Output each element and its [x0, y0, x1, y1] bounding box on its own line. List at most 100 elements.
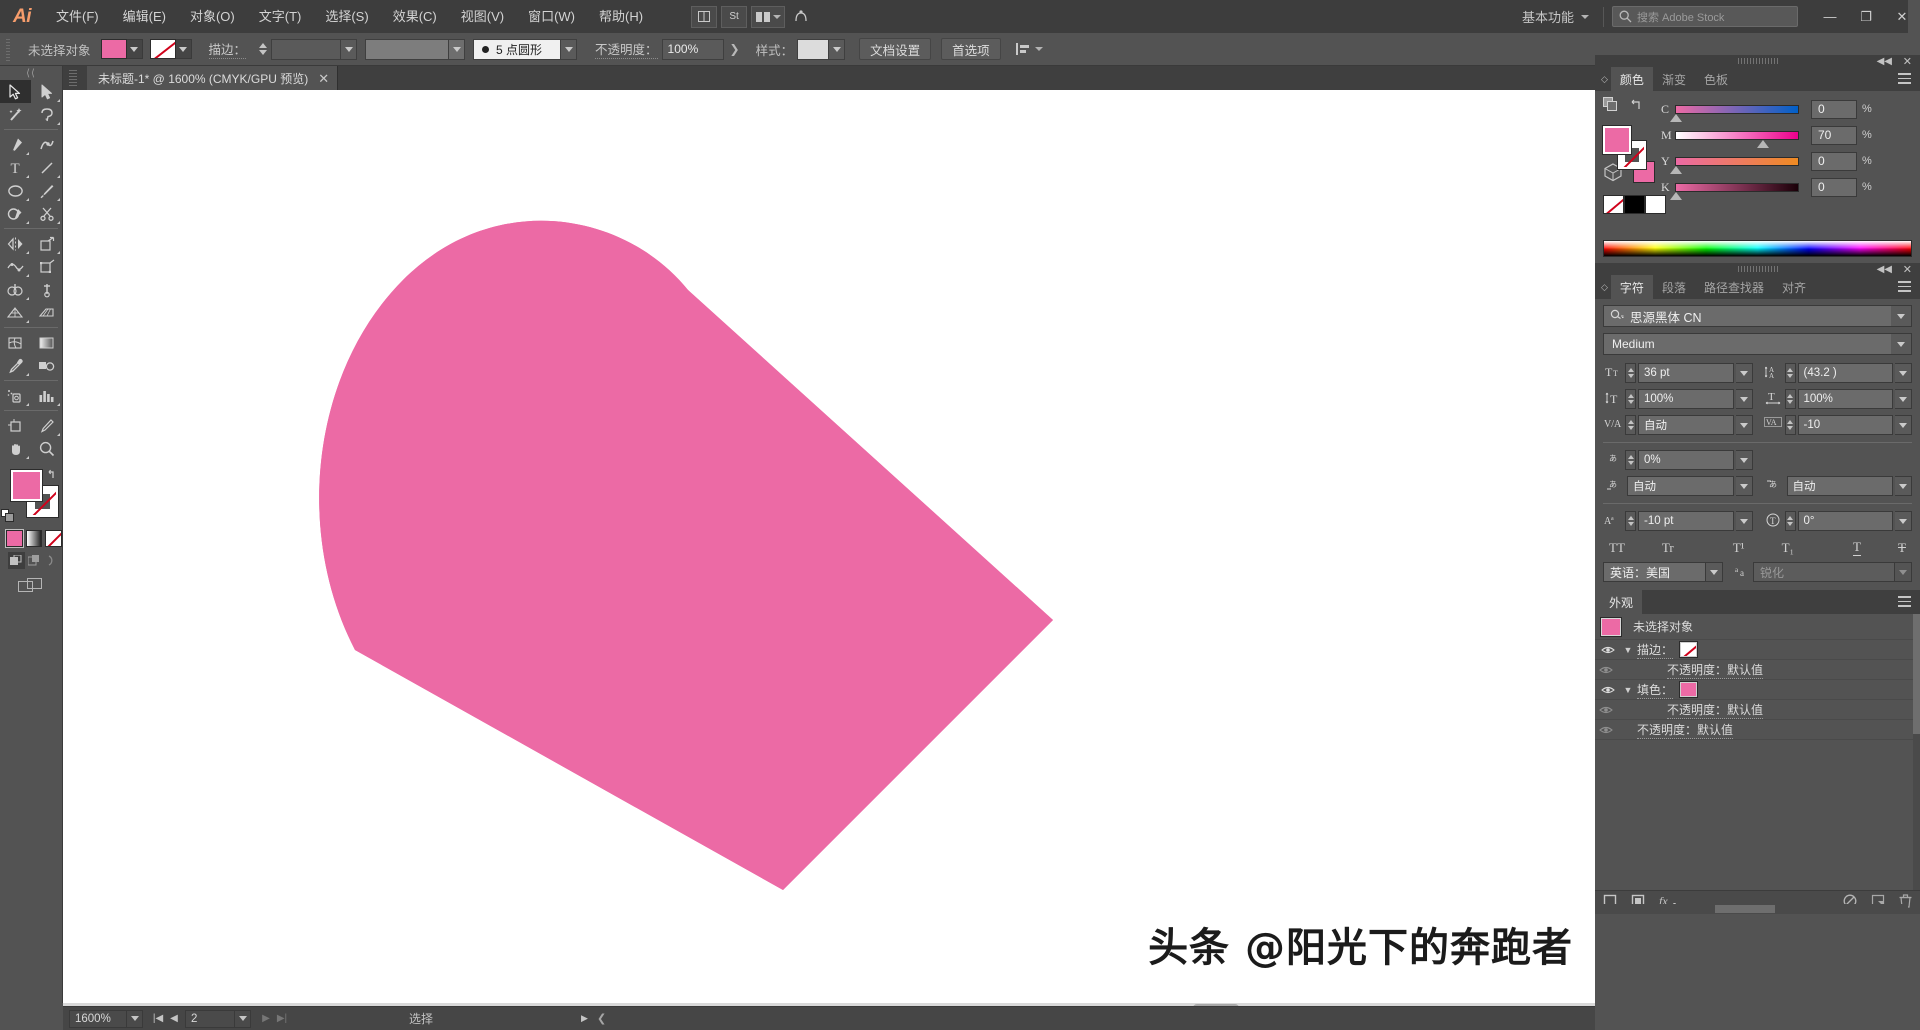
vertical-scale-field[interactable]: T 100%: [1603, 389, 1753, 409]
kerning-field[interactable]: V/A 自动: [1603, 415, 1753, 435]
status-expand-icon[interactable]: ❮: [597, 1012, 606, 1025]
blend-tool[interactable]: [31, 354, 62, 377]
font-size-value[interactable]: 36 pt: [1638, 363, 1734, 383]
shape-builder-tool[interactable]: [0, 278, 31, 301]
none-mode-button[interactable]: [45, 530, 62, 547]
yellow-slider-track[interactable]: [1675, 157, 1799, 166]
fill-stroke-indicator-icon[interactable]: [1603, 97, 1618, 112]
graphic-style-arrow[interactable]: [829, 39, 845, 60]
leading-value[interactable]: (43.2 ): [1798, 363, 1894, 383]
magenta-value[interactable]: 70: [1811, 126, 1857, 145]
before-spacing-value[interactable]: 自动: [1627, 476, 1734, 496]
menu-item-effect[interactable]: 效果(C): [381, 0, 449, 33]
color-panel-grip[interactable]: ◀◀ ✕: [1595, 55, 1920, 67]
menu-item-file[interactable]: 文件(F): [44, 0, 111, 33]
perspective-grid-tool[interactable]: [0, 301, 31, 324]
visibility-eye-icon[interactable]: [1597, 685, 1619, 695]
gradient-mode-button[interactable]: [26, 530, 43, 547]
tab-paragraph[interactable]: 段落: [1653, 275, 1695, 299]
swap-fill-stroke-icon[interactable]: [1630, 98, 1645, 111]
draw-inside-button[interactable]: [45, 552, 62, 569]
horizontal-scale-value[interactable]: 100%: [1798, 389, 1894, 409]
cyan-slider-track[interactable]: [1675, 105, 1799, 114]
column-graph-tool[interactable]: [31, 384, 62, 407]
vertical-scale-dropdown[interactable]: [1736, 389, 1753, 409]
brush-definition[interactable]: 5 点圆形: [473, 39, 561, 60]
preferences-button[interactable]: 首选项: [941, 38, 1001, 60]
menu-item-object[interactable]: 对象(O): [178, 0, 247, 33]
antialias-field[interactable]: aa 锐化: [1733, 562, 1912, 582]
baseline-shift-value[interactable]: -10 pt: [1638, 511, 1734, 531]
document-setup-button[interactable]: 文档设置: [859, 38, 931, 60]
align-icon[interactable]: [1015, 41, 1031, 57]
after-spacing-dropdown[interactable]: [1895, 476, 1912, 496]
variable-width-profile[interactable]: [365, 39, 449, 60]
appearance-row-stroke-opacity[interactable]: 不透明度：默认值: [1595, 660, 1920, 680]
zoom-tool[interactable]: [31, 437, 62, 460]
visibility-eye-icon-off[interactable]: [1595, 705, 1617, 715]
menu-item-view[interactable]: 视图(V): [449, 0, 516, 33]
none-color-button[interactable]: [1603, 195, 1624, 214]
fill-color-swatch[interactable]: [11, 470, 42, 501]
opacity-expand-icon[interactable]: ❯: [724, 42, 746, 56]
first-artboard-button[interactable]: |◀: [151, 1013, 165, 1024]
mesh-tool[interactable]: [0, 331, 31, 354]
stroke-weight-value[interactable]: [271, 39, 341, 60]
scrollbar-thumb[interactable]: [1715, 905, 1775, 913]
line-segment-tool[interactable]: [31, 156, 62, 179]
gradient-tool[interactable]: [31, 331, 62, 354]
puppet-warp-tool[interactable]: [31, 278, 62, 301]
scissors-tool[interactable]: [31, 202, 62, 225]
baseline-shift-dropdown[interactable]: [1736, 511, 1753, 531]
kerning-stepper[interactable]: [1625, 415, 1636, 435]
bridge-icon[interactable]: [789, 6, 813, 28]
font-family-field[interactable]: 思源黑体 CN: [1603, 305, 1912, 327]
rotation-field[interactable]: T 0°: [1763, 511, 1913, 531]
language-field[interactable]: 英语：美国: [1603, 562, 1723, 582]
visibility-eye-icon[interactable]: [1597, 645, 1619, 655]
language-dropdown[interactable]: [1706, 562, 1723, 582]
stock-search-input[interactable]: 搜索 Adobe Stock: [1612, 6, 1798, 27]
tab-bar-grip[interactable]: [69, 70, 77, 86]
menu-item-help[interactable]: 帮助(H): [587, 0, 655, 33]
arrange-documents-icon[interactable]: [691, 6, 717, 28]
free-transform-tool[interactable]: [31, 255, 62, 278]
baseline-shift-stepper[interactable]: [1625, 511, 1636, 531]
appearance-row-fill[interactable]: ▼ 填色：: [1595, 680, 1920, 700]
font-size-dropdown[interactable]: [1736, 363, 1753, 383]
object-opacity-label[interactable]: 不透明度：默认值: [1637, 721, 1733, 739]
tsume-stepper[interactable]: [1625, 450, 1636, 470]
visibility-eye-icon-off[interactable]: [1595, 665, 1617, 675]
stroke-row-label[interactable]: 描边：: [1637, 641, 1673, 659]
fill-row-swatch[interactable]: [1680, 682, 1697, 697]
tsume-value[interactable]: 0%: [1638, 450, 1734, 470]
after-spacing-value[interactable]: 自动: [1787, 476, 1894, 496]
fill-color-swatch[interactable]: [1603, 126, 1631, 154]
draw-behind-button[interactable]: [26, 552, 43, 569]
stroke-swatch-none-icon[interactable]: [150, 39, 176, 59]
small-caps-button[interactable]: Tr: [1662, 540, 1674, 556]
tab-swatches[interactable]: 色板: [1695, 67, 1737, 91]
baseline-shift-field[interactable]: Aa -10 pt: [1603, 511, 1753, 531]
workspace-switcher[interactable]: 基本功能: [1512, 7, 1595, 26]
tab-color[interactable]: 颜色: [1611, 67, 1653, 91]
next-artboard-button[interactable]: ▶: [259, 1013, 273, 1024]
appearance-target-row[interactable]: 未选择对象: [1595, 614, 1920, 640]
default-fill-stroke-icon[interactable]: [1, 509, 15, 523]
collapse-panel-icon[interactable]: ◀◀: [1877, 264, 1892, 275]
prev-artboard-button[interactable]: ◀: [167, 1013, 181, 1024]
paintbrush-tool[interactable]: [31, 179, 62, 202]
color-mode-button[interactable]: [6, 530, 23, 547]
scale-tool[interactable]: [31, 232, 62, 255]
strikethrough-button[interactable]: T: [1898, 540, 1906, 556]
variable-width-arrow[interactable]: [449, 39, 465, 60]
fill-opacity-label[interactable]: 不透明度：默认值: [1667, 701, 1763, 719]
character-panel-grip[interactable]: ◀◀ ✕: [1595, 263, 1920, 275]
underline-button[interactable]: T: [1853, 539, 1861, 556]
artwork-shape[interactable]: [63, 90, 1595, 1013]
tab-gradient[interactable]: 渐变: [1653, 67, 1695, 91]
appearance-row-object-opacity[interactable]: 不透明度：默认值: [1595, 720, 1920, 740]
stroke-weight-stepper[interactable]: [256, 38, 269, 60]
width-tool[interactable]: [0, 255, 31, 278]
antialias-dropdown[interactable]: [1895, 562, 1912, 582]
